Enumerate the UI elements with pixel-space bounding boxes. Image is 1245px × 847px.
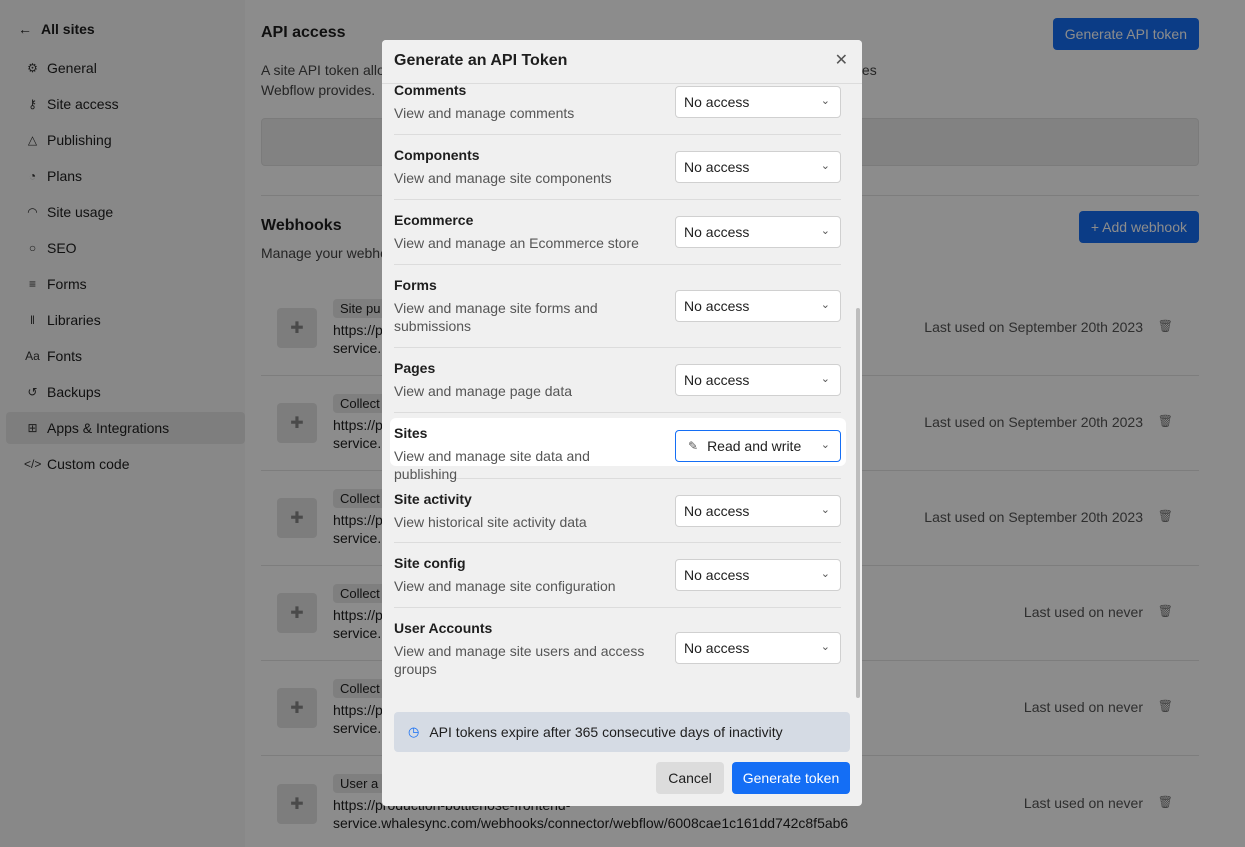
permission-select-value: No access	[684, 94, 750, 110]
clock-icon: ◷	[408, 724, 420, 739]
chevron-down-icon: ⌄	[820, 503, 830, 516]
permission-row-site-config: Site config View and manage site configu…	[394, 543, 841, 608]
permission-desc: View and manage comments	[394, 105, 575, 121]
permission-name: Site activity	[394, 491, 472, 507]
permission-list: Comments View and manage comments No acc…	[394, 70, 841, 688]
permission-name: User Accounts	[394, 620, 493, 636]
permission-name: Site config	[394, 555, 466, 571]
permission-row-site-activity: Site activity View historical site activ…	[394, 478, 841, 543]
chevron-down-icon: ⌄	[820, 641, 830, 653]
permission-name: Pages	[394, 360, 436, 376]
modal-title: Generate an API Token	[394, 52, 568, 69]
permission-select-value: No access	[684, 502, 750, 519]
permission-name: Ecommerce	[394, 212, 474, 228]
permission-select-ecommerce[interactable]: No access ⌄	[675, 216, 841, 248]
permission-select-forms[interactable]: No access ⌄	[675, 290, 841, 322]
chevron-down-icon: ⌄	[820, 438, 830, 451]
close-icon[interactable]: ✕	[835, 50, 848, 70]
permission-name: Sites	[394, 425, 428, 441]
permission-name: Forms	[394, 277, 437, 293]
chevron-down-icon: ⌄	[820, 160, 830, 172]
permission-select-value: No access	[684, 640, 750, 656]
permission-desc: View historical site activity data	[394, 514, 587, 530]
chevron-down-icon: ⌄	[820, 373, 830, 385]
permission-row-ecommerce: Ecommerce View and manage an Ecommerce s…	[394, 200, 841, 265]
permission-desc: View and manage an Ecommerce store	[394, 235, 639, 251]
permission-desc: View and manage site users and access gr…	[394, 643, 645, 677]
permission-select-components[interactable]: No access ⌄	[675, 151, 841, 183]
permission-row-sites: Sites View and manage site data and publ…	[394, 413, 841, 482]
permission-select-site-activity[interactable]: No access ⌄	[675, 494, 841, 527]
generate-token-button[interactable]: Generate token	[732, 762, 850, 794]
permission-select-value: No access	[684, 372, 750, 388]
permission-select-comments[interactable]: No access ⌄	[675, 86, 841, 118]
permission-desc: View and manage site forms and submissio…	[394, 300, 598, 334]
permission-select-pages[interactable]: No access ⌄	[675, 364, 841, 396]
permission-select-value: Read and write	[707, 437, 802, 454]
permission-desc: View and manage site configuration	[394, 578, 616, 594]
chevron-down-icon: ⌄	[820, 299, 830, 311]
permission-select-value: No access	[684, 567, 750, 583]
permission-name: Components	[394, 147, 480, 163]
permission-row-components: Components View and manage site componen…	[394, 135, 841, 200]
permission-name: Comments	[394, 82, 467, 98]
cancel-button[interactable]: Cancel	[656, 762, 724, 794]
permission-select-sites[interactable]: ✎ Read and write ⌄	[675, 429, 841, 462]
chevron-down-icon: ⌄	[820, 225, 830, 237]
permission-row-comments: Comments View and manage comments No acc…	[394, 70, 841, 135]
permission-row-pages: Pages View and manage page data No acces…	[394, 348, 841, 413]
permission-desc: View and manage site data and publishing	[394, 448, 590, 482]
permission-row-forms: Forms View and manage site forms and sub…	[394, 265, 841, 348]
expiry-notice: ◷ API tokens expire after 365 consecutiv…	[394, 712, 850, 752]
chevron-down-icon: ⌄	[820, 568, 830, 580]
chevron-down-icon: ⌄	[820, 95, 830, 107]
permission-row-user-accounts: User Accounts View and manage site users…	[394, 608, 841, 688]
permission-select-site-config[interactable]: No access ⌄	[675, 559, 841, 591]
permission-select-value: No access	[684, 159, 750, 175]
modal-scrollbar[interactable]	[856, 308, 860, 698]
pencil-icon: ✎	[688, 438, 699, 453]
permission-desc: View and manage page data	[394, 383, 572, 399]
generate-api-token-modal: Generate an API Token ✕ Comments View an…	[382, 40, 862, 806]
permission-select-user-accounts[interactable]: No access ⌄	[675, 632, 841, 664]
expiry-notice-text: API tokens expire after 365 consecutive …	[429, 724, 783, 740]
permission-select-value: No access	[684, 298, 750, 314]
permission-select-value: No access	[684, 224, 750, 240]
permission-desc: View and manage site components	[394, 170, 612, 186]
